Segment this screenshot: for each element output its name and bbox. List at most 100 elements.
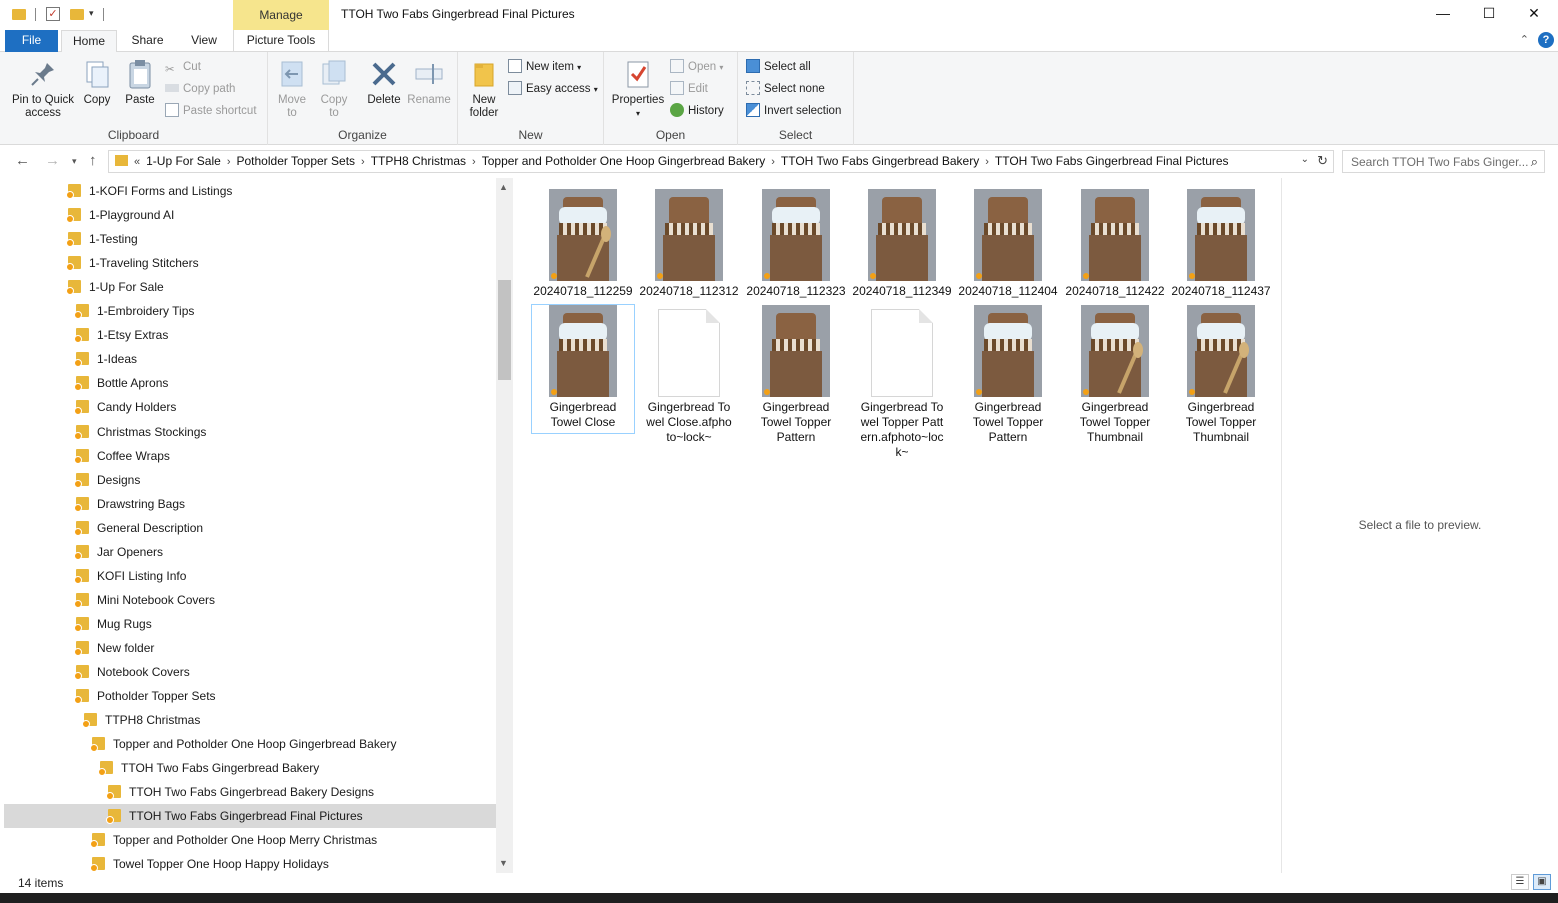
breadcrumb-chevron-icon[interactable]: › [771,156,775,168]
tree-item[interactable]: TTOH Two Fabs Gingerbread Bakery [98,756,319,780]
recent-locations-icon[interactable]: ▾ [72,156,77,167]
breadcrumb-item[interactable]: Topper and Potholder One Hoop Gingerbrea… [482,154,766,168]
breadcrumb-chevron-icon[interactable]: › [472,156,476,168]
move-to-button[interactable]: Move to [274,58,310,120]
breadcrumb-item[interactable]: 1-Up For Sale [146,154,221,168]
search-input[interactable]: Search TTOH Two Fabs Ginger... ⌕ [1342,150,1545,173]
tree-item[interactable]: Mug Rugs [74,612,152,636]
refresh-icon[interactable]: ↻ [1317,153,1328,169]
tree-item[interactable]: 1-KOFI Forms and Listings [66,179,232,203]
tree-item[interactable]: Mini Notebook Covers [74,588,215,612]
rename-button[interactable]: Rename [406,58,452,107]
tree-item[interactable]: 1-Traveling Stitchers [66,251,199,275]
maximize-button[interactable]: ☐ [1466,0,1512,28]
tree-item[interactable]: 1-Ideas [74,347,137,371]
tab-home[interactable]: Home [61,30,117,53]
tree-scroll-thumb[interactable] [498,280,511,380]
back-arrow-icon[interactable]: ← [15,152,30,169]
large-icons-view-icon[interactable]: ▣ [1533,874,1551,890]
file-item[interactable]: 20240718_112437 [1169,189,1273,299]
file-item[interactable]: 20240718_112422 [1063,189,1167,299]
file-item[interactable]: 20240718_112349 [850,189,954,299]
tree-item[interactable]: Drawstring Bags [74,492,185,516]
tree-item[interactable]: 1-Up For Sale [66,275,164,299]
minimize-button[interactable]: — [1420,0,1466,28]
paste-button[interactable]: Paste [120,58,160,107]
tree-item[interactable]: TTOH Two Fabs Gingerbread Bakery Designs [106,780,374,804]
tree-item[interactable]: TTPH8 Christmas [82,708,200,732]
customize-qat-icon[interactable]: ▾ [89,8,94,26]
tree-item[interactable]: Christmas Stockings [74,420,206,444]
new-folder-icon[interactable] [70,9,84,20]
tree-item[interactable]: Candy Holders [74,395,176,419]
cut-button[interactable]: ✂ Cut [165,58,201,78]
scroll-up-icon[interactable]: ▲ [499,182,508,192]
file-item[interactable]: 20240718_112404 [956,189,1060,299]
tree-item[interactable]: Notebook Covers [74,660,190,684]
properties-button[interactable]: Properties ▾ [610,58,666,120]
tree-item[interactable]: Jar Openers [74,540,163,564]
scroll-down-icon[interactable]: ▼ [499,858,508,868]
close-button[interactable]: ✕ [1511,0,1557,28]
copy-button[interactable]: Copy [80,58,114,107]
breadcrumb-chevron-icon[interactable]: › [985,156,989,168]
file-item[interactable]: Gingerbread Towel Topper Pattern [744,305,848,445]
tab-view[interactable]: View [178,30,230,52]
open-button[interactable]: Open ▾ [670,58,723,78]
details-view-icon[interactable]: ☰ [1511,874,1529,890]
tree-item[interactable]: TTOH Two Fabs Gingerbread Final Pictures [4,804,496,829]
breadcrumb-chevron-icon[interactable]: › [361,156,365,168]
file-item[interactable]: Gingerbread Towel Close.afphoto~lock~ [637,305,741,445]
easy-access-button[interactable]: Easy access ▾ [508,80,598,100]
select-all-button[interactable]: Select all [746,58,811,78]
delete-button[interactable]: Delete [364,58,404,107]
tree-item[interactable]: 1-Playground AI [66,203,174,227]
tree-item[interactable]: New folder [74,636,154,660]
tab-share[interactable]: Share [120,30,175,52]
file-item[interactable]: Gingerbread Towel Topper Pattern [956,305,1060,445]
tree-item[interactable]: 1-Testing [66,227,138,251]
file-item[interactable]: Gingerbread Towel Topper Thumbnail [1063,305,1167,445]
file-item[interactable]: 20240718_112312 [637,189,741,299]
folder-icon[interactable] [12,9,26,20]
manage-contextual-tab[interactable]: Manage [233,0,329,30]
address-bar[interactable]: « 1-Up For Sale › Potholder Topper Sets › TTP… [108,150,1334,173]
copy-to-button[interactable]: Copy to [316,58,352,120]
new-folder-button[interactable]: New folder [464,58,504,120]
edit-button[interactable]: Edit [670,80,708,100]
select-none-button[interactable]: Select none [746,80,825,100]
tree-item[interactable]: Topper and Potholder One Hoop Merry Chri… [90,828,377,852]
address-dropdown-icon[interactable]: ⌄ [1301,154,1309,165]
tree-item[interactable]: Coffee Wraps [74,444,170,468]
tree-item[interactable]: 1-Etsy Extras [74,323,168,347]
tree-item[interactable]: General Description [74,516,203,540]
file-item[interactable]: Gingerbread Towel Topper Pattern.afphoto… [850,305,954,460]
collapse-ribbon-icon[interactable]: ⌃ [1520,34,1529,46]
breadcrumb-item[interactable]: Potholder Topper Sets [237,154,356,168]
new-item-button[interactable]: New item ▾ [508,58,581,78]
forward-arrow-icon[interactable]: → [45,152,60,169]
breadcrumb-item[interactable]: TTOH Two Fabs Gingerbread Final Pictures [995,154,1229,168]
pin-quick-access-button[interactable]: Pin to Quick access [8,58,78,120]
overflow-chevron-icon[interactable]: « [134,156,140,168]
file-item[interactable]: Gingerbread Towel Topper Thumbnail [1169,305,1273,445]
invert-selection-button[interactable]: Invert selection [746,102,841,122]
tree-item[interactable]: Towel Topper One Hoop Happy Holidays [90,852,329,873]
breadcrumb-item[interactable]: TTPH8 Christmas [371,154,466,168]
breadcrumb-chevron-icon[interactable]: › [227,156,231,168]
paste-shortcut-button[interactable]: Paste shortcut [165,102,257,122]
tree-item[interactable]: Bottle Aprons [74,371,168,395]
help-icon[interactable]: ? [1538,32,1554,48]
tab-picture-tools[interactable]: Picture Tools [233,30,329,52]
copy-path-button[interactable]: Copy path [165,80,235,100]
breadcrumb-item[interactable]: TTOH Two Fabs Gingerbread Bakery [781,154,979,168]
up-arrow-icon[interactable]: ↑ [89,152,97,169]
file-item[interactable]: 20240718_112323 [744,189,848,299]
tree-item[interactable]: Potholder Topper Sets [74,684,216,708]
tree-scrollbar[interactable]: ▲ ▼ [496,178,513,873]
tree-item[interactable]: Designs [74,468,140,492]
properties-icon[interactable]: ✓ [46,7,60,21]
tree-item[interactable]: 1-Embroidery Tips [74,299,194,323]
tab-file[interactable]: File [5,30,58,52]
file-item[interactable]: Gingerbread Towel Close [531,304,635,434]
